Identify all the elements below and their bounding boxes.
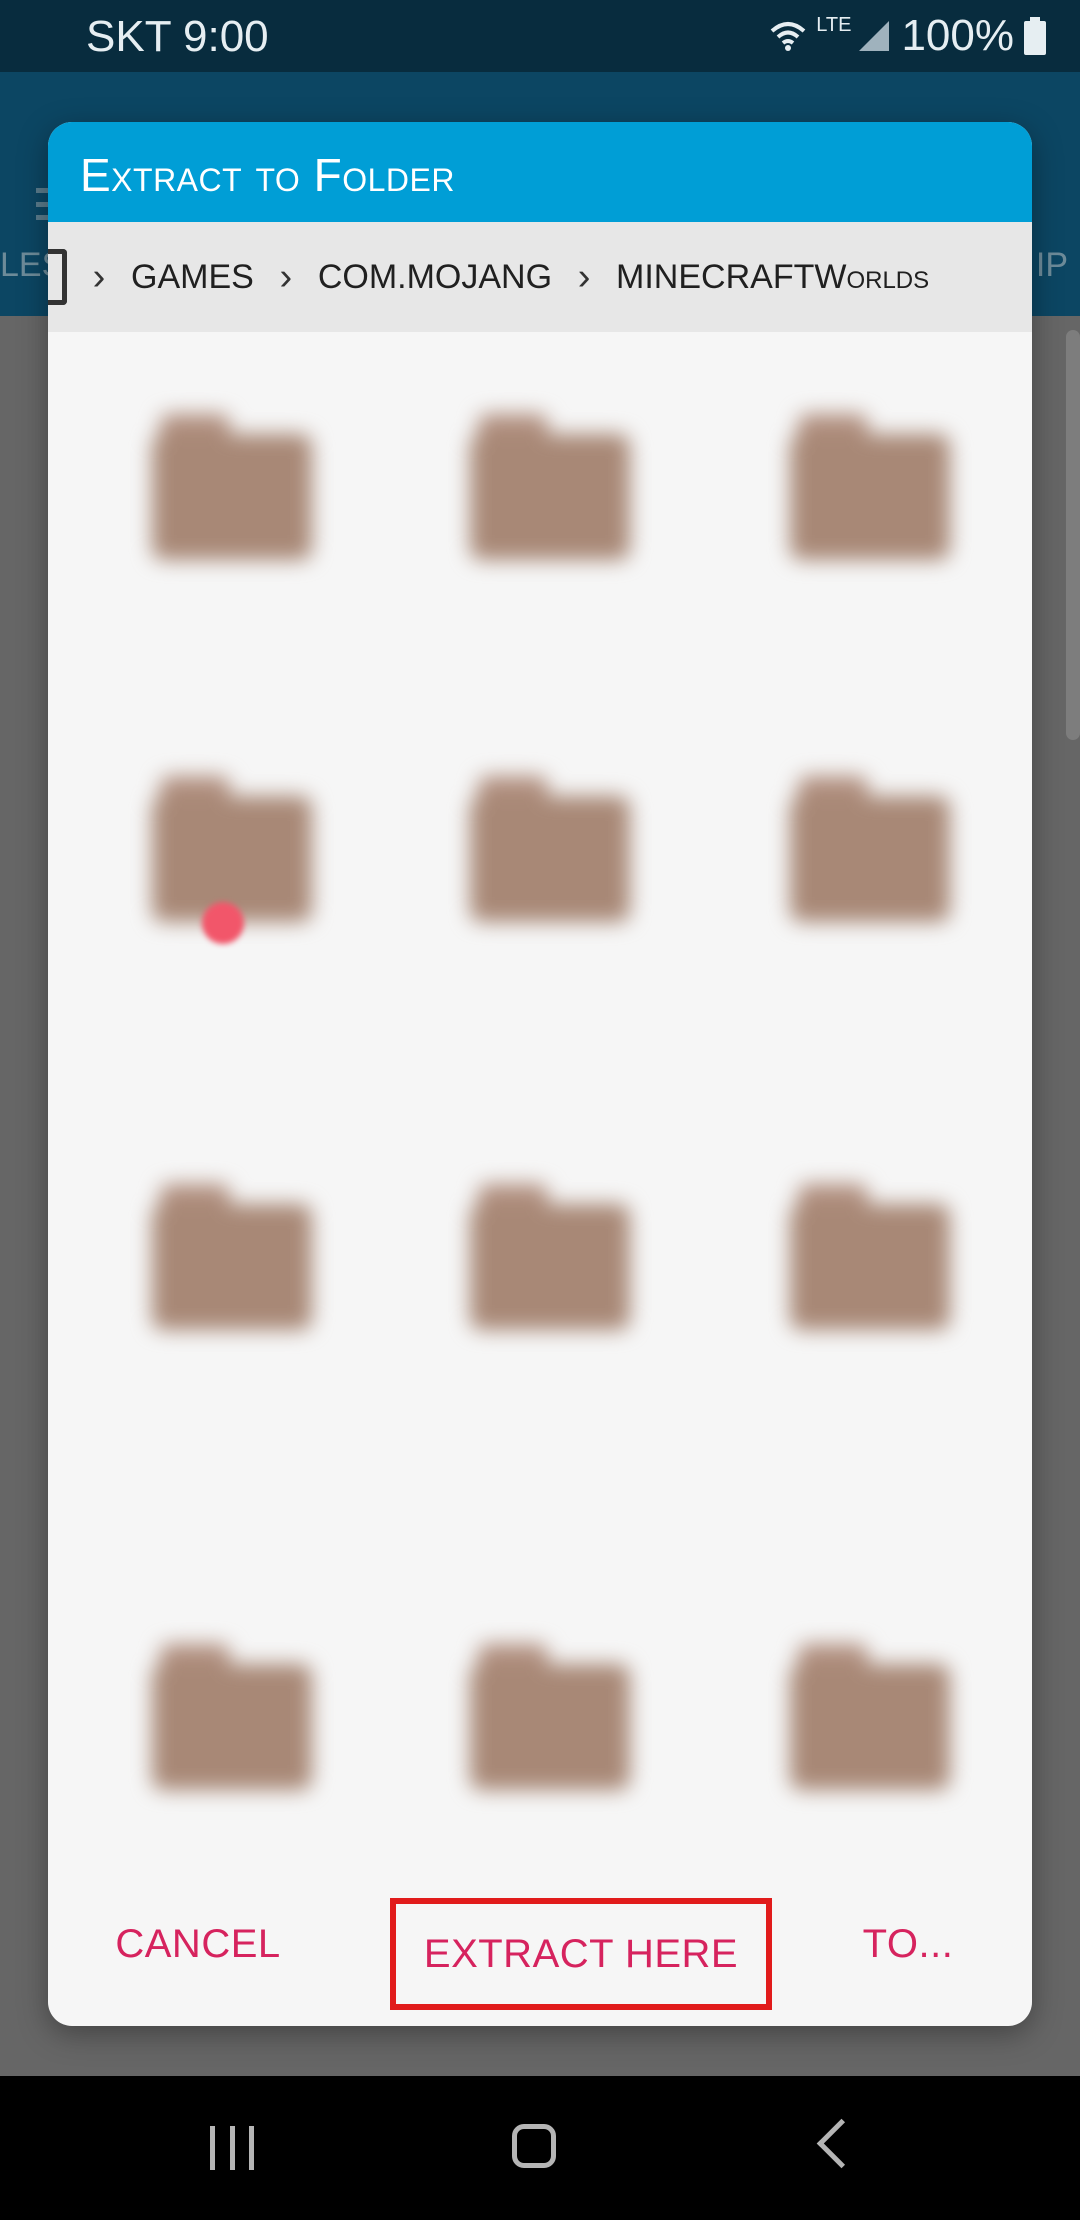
folder-item[interactable] <box>746 1132 1006 1552</box>
folder-icon <box>790 772 950 922</box>
background-tab-right: IP <box>1035 246 1068 284</box>
extract-dialog: Extract to Folder › GAMES › COM.MOJANG ›… <box>48 122 1032 2026</box>
network-type: LTE <box>816 13 852 36</box>
dialog-header: Extract to Folder <box>48 122 1032 222</box>
home-icon[interactable] <box>512 2124 556 2168</box>
folder-item[interactable] <box>108 362 408 782</box>
carrier-time: SKT 9:00 <box>86 12 269 61</box>
chevron-right-icon: › <box>279 255 293 298</box>
status-bar: SKT 9:00 LTE 100% <box>0 0 1080 72</box>
dialog-title: Extract to Folder <box>80 149 455 201</box>
dialog-actions: CANCEL EXTRACT HERE TO... <box>48 1862 1032 2026</box>
battery-percent: 100% <box>901 11 1014 60</box>
breadcrumb-com-mojang[interactable]: COM.MOJANG <box>318 258 552 297</box>
folder-icon <box>790 1640 950 1790</box>
wifi-icon <box>770 22 806 51</box>
chevron-right-icon: › <box>577 255 591 298</box>
storage-device-icon[interactable] <box>48 249 67 305</box>
back-icon[interactable] <box>816 2118 867 2169</box>
folder-item[interactable] <box>108 1132 408 1552</box>
folder-icon <box>152 772 312 922</box>
folder-item[interactable] <box>426 362 726 782</box>
battery-icon <box>1024 17 1046 55</box>
chevron-right-icon: › <box>92 255 106 298</box>
extract-to-button[interactable]: TO... <box>828 1862 988 2026</box>
folder-icon <box>470 1180 630 1330</box>
folder-item[interactable] <box>746 1592 1006 1856</box>
folder-icon <box>790 1180 950 1330</box>
folder-icon <box>470 410 630 560</box>
folder-item[interactable] <box>746 724 1006 1144</box>
signal-icon <box>859 21 890 51</box>
folder-icon <box>470 772 630 922</box>
folder-icon <box>152 1180 312 1330</box>
folder-item[interactable] <box>108 1592 408 1856</box>
notification-badge-icon <box>202 902 244 944</box>
status-icons: LTE 100% <box>770 10 1046 62</box>
folder-item[interactable] <box>426 1592 726 1856</box>
breadcrumb-games[interactable]: GAMES <box>131 258 254 297</box>
breadcrumb-minecraftworlds[interactable]: MINECRAFTWorlds <box>616 258 929 297</box>
folder-item[interactable] <box>746 362 1006 782</box>
background-scrollbar <box>1066 330 1080 740</box>
folder-item[interactable] <box>426 1132 726 1552</box>
breadcrumb: › GAMES › COM.MOJANG › MINECRAFTWorlds <box>48 222 1032 332</box>
folder-icon <box>152 410 312 560</box>
folder-grid <box>88 362 1006 1856</box>
folder-icon <box>152 1640 312 1790</box>
navigation-bar <box>0 2076 1080 2220</box>
folder-item[interactable] <box>108 724 408 1144</box>
cancel-button[interactable]: CANCEL <box>88 1862 308 2026</box>
folder-icon <box>470 1640 630 1790</box>
recents-icon[interactable] <box>210 2126 254 2170</box>
folder-icon <box>790 410 950 560</box>
folder-item[interactable] <box>426 724 726 1144</box>
extract-here-button[interactable]: EXTRACT HERE <box>390 1898 772 2010</box>
